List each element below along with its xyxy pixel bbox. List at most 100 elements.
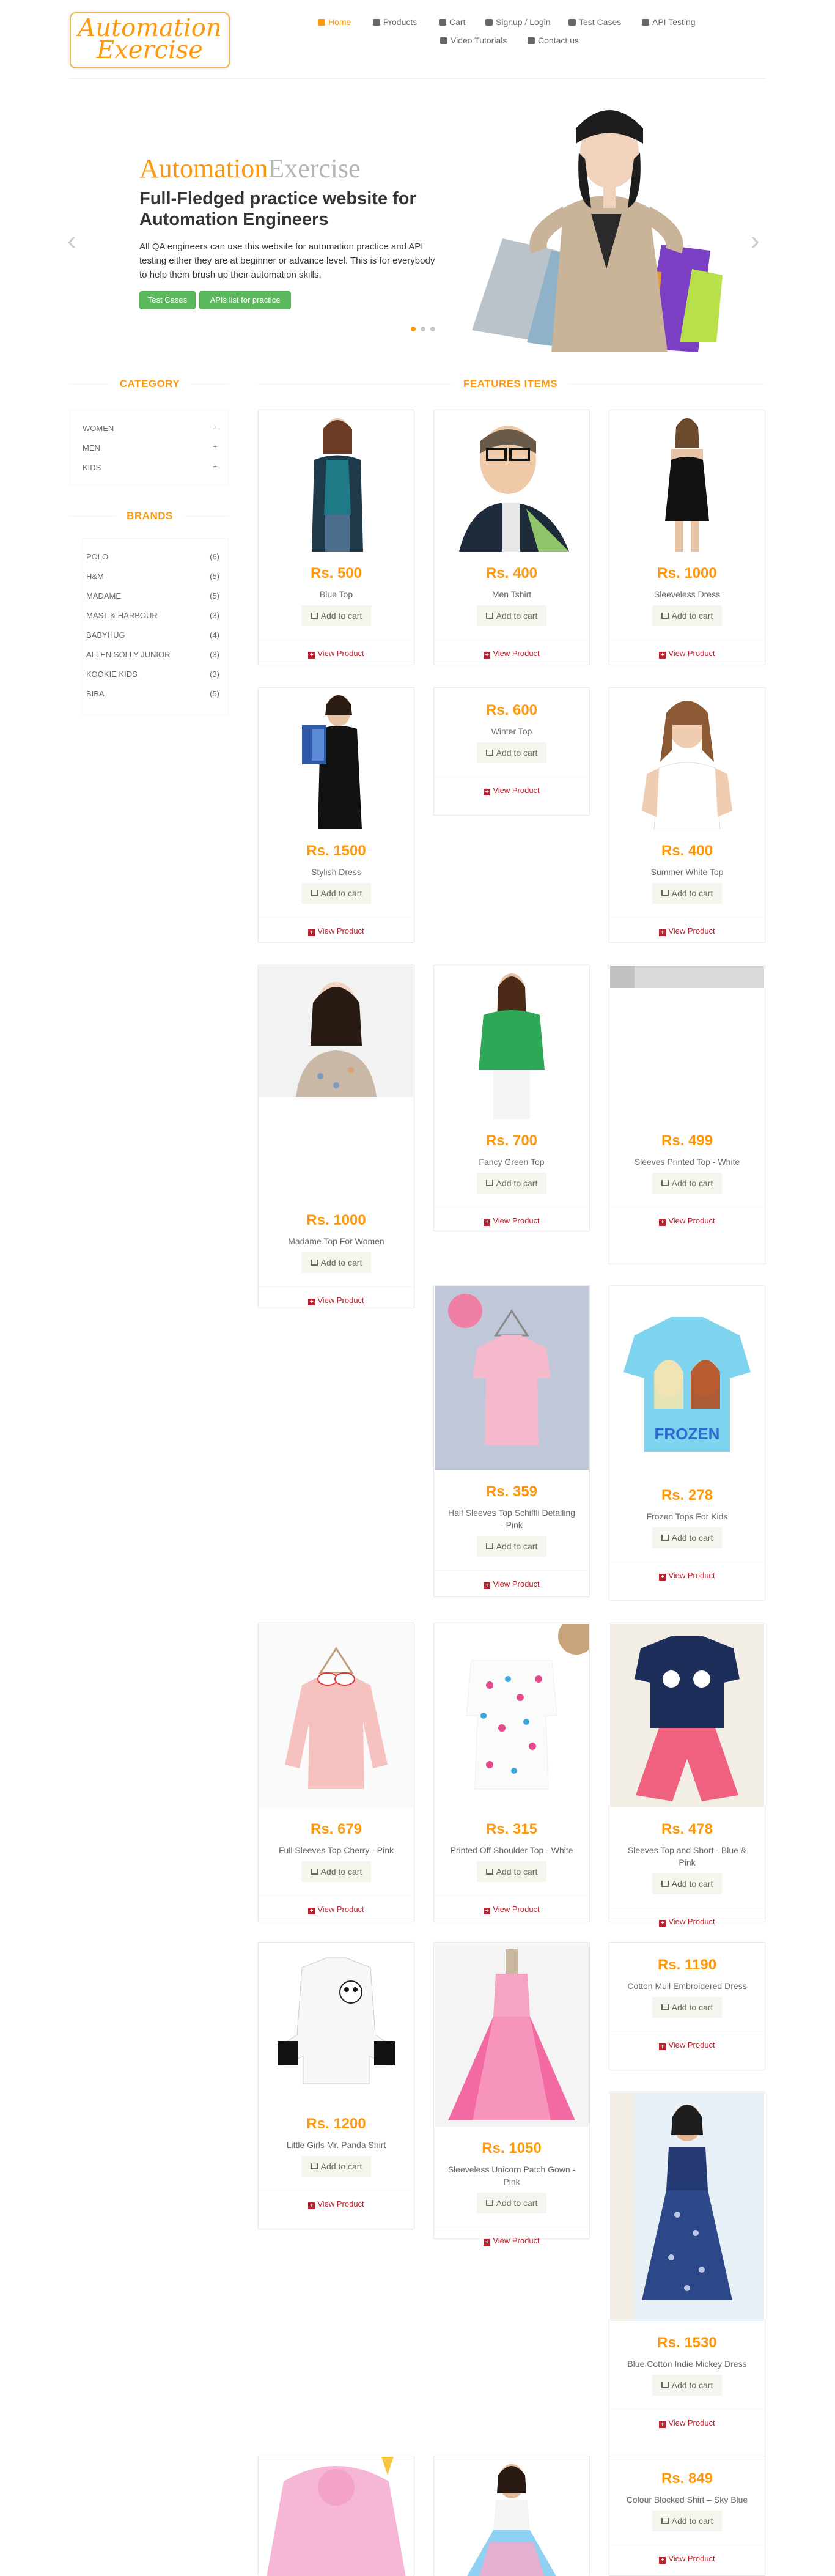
shopping-cart-icon	[661, 1535, 669, 1541]
nav-products[interactable]: Products	[373, 17, 417, 27]
view-product-link[interactable]: + View Product	[434, 1895, 589, 1922]
add-to-cart-button[interactable]: Add to cart	[652, 883, 722, 904]
add-to-cart-button[interactable]: Add to cart	[652, 2375, 722, 2396]
view-product-link[interactable]: + View Product	[609, 1908, 765, 1935]
view-product-link[interactable]: + View Product	[609, 1207, 765, 1234]
product-price: Rs. 1190	[657, 1957, 717, 1973]
brand-allen-solly-junior[interactable]: ALLEN SOLLY JUNIOR (3)	[86, 650, 219, 659]
slider-indicator-3[interactable]	[430, 327, 435, 331]
add-to-cart-button[interactable]: Add to cart	[301, 1861, 371, 1882]
category-men[interactable]: MEN	[83, 443, 100, 452]
view-product-label: View Product	[493, 1579, 540, 1589]
page: Automation Exercise Home Products Cart S…	[0, 0, 835, 2576]
product-card: Rs. 400 Summer White Top Add to cart + View …	[609, 687, 765, 943]
add-to-cart-button[interactable]: Add to cart	[652, 1997, 722, 2018]
plus-icon[interactable]: +	[213, 443, 217, 451]
product-card: Rs. 849 Colour Blocked Shirt – Sky Blue Ad…	[609, 2456, 765, 2576]
add-to-cart-button[interactable]: Add to cart	[652, 1873, 722, 1894]
add-to-cart-label: Add to cart	[320, 1258, 362, 1268]
slider-prev-arrow[interactable]: ‹	[67, 227, 76, 254]
view-product-link[interactable]: + View Product	[259, 640, 414, 666]
add-to-cart-button[interactable]: Add to cart	[477, 742, 546, 763]
slider-indicator-1[interactable]	[411, 327, 416, 331]
plus-icon[interactable]: +	[213, 463, 217, 470]
nav-test-cases[interactable]: Test Cases	[568, 17, 621, 27]
envelope-icon	[528, 37, 535, 44]
brand-mast-harbour[interactable]: MAST & HARBOUR (3)	[86, 611, 219, 620]
nav-contact-us[interactable]: Contact us	[528, 35, 579, 45]
nav-signup-login[interactable]: Signup / Login	[485, 17, 551, 27]
nav-cart-label: Cart	[449, 17, 466, 27]
product-name: Sleeves Top and Short - Blue & Pink	[627, 1845, 747, 1867]
plus-icon[interactable]: +	[213, 424, 217, 431]
brand-babyhug[interactable]: BABYHUG (4)	[86, 630, 219, 640]
product-price: Rs. 499	[661, 1132, 713, 1149]
add-to-cart-label: Add to cart	[671, 888, 713, 898]
nav-cart[interactable]: Cart	[439, 17, 465, 27]
view-product-link[interactable]: + View Product	[609, 1562, 765, 1589]
product-card	[258, 2456, 414, 2576]
view-product-link[interactable]: + View Product	[434, 777, 589, 803]
brand-madame[interactable]: MADAME (5)	[86, 591, 219, 600]
product-price: Rs. 400	[661, 843, 713, 859]
shopping-cart-icon	[485, 1180, 493, 1186]
view-product-link[interactable]: + View Product	[259, 1286, 414, 1313]
view-product-link[interactable]: + View Product	[434, 640, 589, 666]
product-image	[435, 1624, 589, 1807]
nav-api-testing[interactable]: API Testing	[642, 17, 696, 27]
site-logo[interactable]: Automation Exercise	[70, 12, 230, 68]
brand-kookie-kids[interactable]: KOOKIE KIDS (3)	[86, 670, 219, 679]
add-to-cart-button[interactable]: Add to cart	[477, 1173, 546, 1194]
view-product-link[interactable]: + View Product	[609, 917, 765, 944]
add-to-cart-label: Add to cart	[320, 2161, 362, 2171]
brand-biba[interactable]: BIBA (5)	[86, 689, 219, 698]
view-product-link[interactable]: + View Product	[609, 2545, 765, 2572]
apis-list-button[interactable]: APIs list for practice	[199, 291, 291, 309]
brand-polo[interactable]: POLO (6)	[86, 552, 219, 561]
product-image	[435, 1286, 589, 1470]
view-product-link[interactable]: + View Product	[259, 1895, 414, 1922]
brand-hm[interactable]: H&M (5)	[86, 572, 219, 581]
add-to-cart-button[interactable]: Add to cart	[301, 605, 371, 626]
add-to-cart-button[interactable]: Add to cart	[301, 2156, 371, 2177]
view-product-label: View Product	[493, 786, 540, 795]
brand-count: (6)	[210, 552, 219, 561]
view-product-link[interactable]: + View Product	[434, 1207, 589, 1234]
product-image	[610, 1624, 764, 1807]
product-card: Rs. 478 Sleeves Top and Short - Blue & Pi…	[609, 1623, 765, 1927]
category-women[interactable]: WOMEN	[83, 424, 114, 433]
add-to-cart-button[interactable]: Add to cart	[301, 1252, 371, 1273]
add-to-cart-button[interactable]: Add to cart	[477, 1536, 546, 1557]
view-product-label: View Product	[668, 926, 715, 936]
view-product-link[interactable]: + View Product	[609, 2031, 765, 2058]
view-product-link[interactable]: + View Product	[434, 2227, 589, 2254]
nav-api-label: API Testing	[652, 17, 696, 27]
plus-square-icon: +	[484, 652, 491, 659]
product-name: Cotton Mull Embroidered Dress	[627, 1981, 747, 1991]
add-to-cart-button[interactable]: Add to cart	[477, 605, 546, 626]
add-to-cart-button[interactable]: Add to cart	[301, 883, 371, 904]
add-to-cart-label: Add to cart	[496, 748, 538, 758]
nav-home[interactable]: Home	[318, 17, 351, 27]
brand-name: ALLEN SOLLY JUNIOR	[86, 650, 171, 659]
category-kids[interactable]: KIDS	[83, 463, 101, 472]
add-to-cart-button[interactable]: Add to cart	[477, 2193, 546, 2213]
product-image: FROZEN	[610, 1286, 764, 1474]
add-to-cart-button[interactable]: Add to cart	[477, 1861, 546, 1882]
slider-indicator-2[interactable]	[421, 327, 425, 331]
slider-next-arrow[interactable]: ›	[751, 227, 760, 254]
add-to-cart-button[interactable]: Add to cart	[652, 605, 722, 626]
view-product-link[interactable]: + View Product	[609, 640, 765, 666]
add-to-cart-button[interactable]: Add to cart	[652, 2511, 722, 2531]
view-product-link[interactable]: + View Product	[259, 2190, 414, 2217]
plus-square-icon: +	[659, 1920, 666, 1927]
view-product-link[interactable]: + View Product	[259, 917, 414, 944]
nav-video-tutorials[interactable]: Video Tutorials	[440, 35, 507, 45]
shopping-cart-icon	[661, 2004, 669, 2010]
add-to-cart-button[interactable]: Add to cart	[652, 1527, 722, 1548]
product-price: Rs. 1050	[482, 2140, 542, 2157]
add-to-cart-button[interactable]: Add to cart	[652, 1173, 722, 1194]
test-cases-button[interactable]: Test Cases	[139, 291, 196, 309]
view-product-link[interactable]: + View Product	[609, 2409, 765, 2436]
view-product-link[interactable]: + View Product	[434, 1570, 589, 1597]
